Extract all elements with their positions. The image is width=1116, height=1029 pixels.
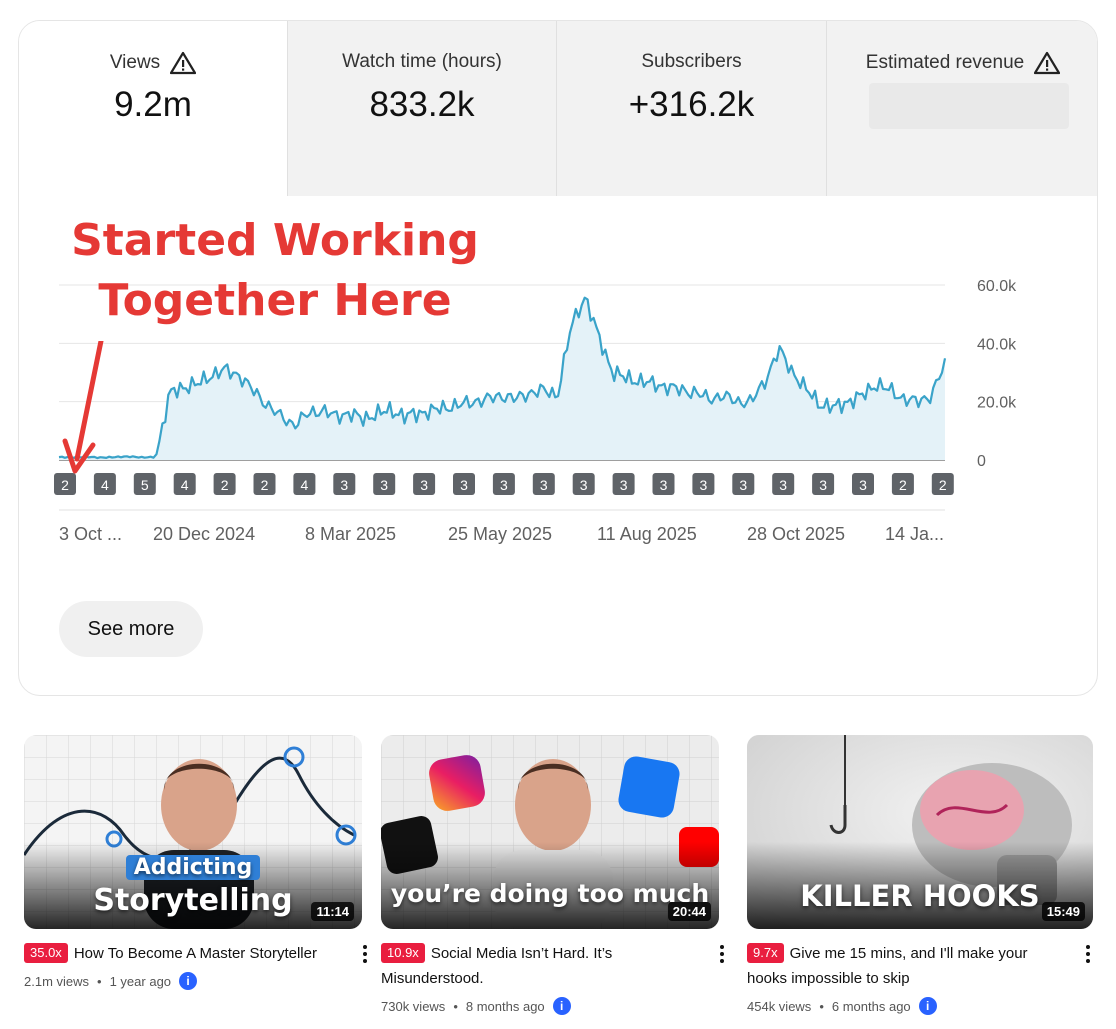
more-options-icon[interactable] xyxy=(713,943,731,965)
annotation-arrow-icon xyxy=(62,341,104,474)
upload-marker-count: 3 xyxy=(700,477,708,493)
upload-marker-count: 2 xyxy=(899,477,907,493)
video-age: 6 months ago xyxy=(831,998,911,1014)
performance-badge: 10.9x xyxy=(381,943,425,963)
upload-marker-count: 3 xyxy=(779,477,787,493)
separator-dot: • xyxy=(97,973,102,989)
video-views: 730k views xyxy=(381,998,446,1014)
upload-marker-count: 3 xyxy=(460,477,468,493)
see-more-button[interactable]: See more xyxy=(59,601,203,657)
upload-marker-count: 3 xyxy=(500,477,508,493)
upload-marker-count: 3 xyxy=(420,477,428,493)
video-title[interactable]: Give me 15 mins, and I'll make your hook… xyxy=(747,945,1028,987)
upload-marker-count: 3 xyxy=(540,477,548,493)
annotation-line-1: Started Working xyxy=(71,215,479,266)
upload-marker-count: 4 xyxy=(181,477,189,493)
upload-marker-count: 3 xyxy=(819,477,827,493)
info-icon[interactable]: i xyxy=(552,997,571,1015)
info-icon[interactable]: i xyxy=(918,997,937,1015)
video-thumbnail[interactable]: you’re doing too much 20:44 xyxy=(381,735,719,929)
video-card[interactable]: KILLER HOOKS 15:49 9.7x Give me 15 mins, … xyxy=(747,735,1097,1015)
views-chart: 60.0k40.0k20.0k02 4 5 4 2 2 4 3 3 3 3 3 3 3 3 3 3 3 3 3 3 2 23… xyxy=(54,278,1017,544)
annotation-text: Started Working Together Here xyxy=(65,211,485,331)
video-age: 1 year ago xyxy=(109,973,172,989)
x-tick-label: 14 Ja... xyxy=(885,524,944,544)
x-tick-label: 25 May 2025 xyxy=(448,524,552,544)
upload-marker-count: 3 xyxy=(580,477,588,493)
video-duration: 15:49 xyxy=(1041,902,1085,921)
analytics-card: Views 9.2m Watch time (hours) 833.2k Sub… xyxy=(18,20,1098,696)
upload-marker-count: 3 xyxy=(739,477,747,493)
y-tick-label: 40.0k xyxy=(977,336,1017,353)
x-tick-label: 8 Mar 2025 xyxy=(305,524,396,544)
separator-dot: • xyxy=(819,998,824,1014)
upload-marker-count: 3 xyxy=(620,477,628,493)
y-tick-label: 20.0k xyxy=(977,395,1017,412)
more-options-icon[interactable] xyxy=(1079,943,1097,965)
x-tick-label: 11 Aug 2025 xyxy=(597,524,697,544)
x-tick-label: 3 Oct ... xyxy=(59,524,122,544)
upload-marker-count: 2 xyxy=(939,477,947,493)
upload-marker-count: 2 xyxy=(261,477,269,493)
video-thumbnail[interactable]: Addicting Storytelling 11:14 xyxy=(24,735,362,929)
upload-marker-count: 5 xyxy=(141,477,149,493)
more-options-icon[interactable] xyxy=(356,943,374,965)
video-views: 454k views xyxy=(747,998,812,1014)
thumbnail-title-line-1: Addicting xyxy=(125,855,261,880)
performance-badge: 9.7x xyxy=(747,943,784,963)
upload-marker-count: 4 xyxy=(301,477,309,493)
upload-marker-count: 3 xyxy=(859,477,867,493)
video-title[interactable]: How To Become A Master Storyteller xyxy=(74,945,317,962)
annotation-line-2: Together Here xyxy=(98,275,452,326)
video-duration: 11:14 xyxy=(311,902,354,921)
y-tick-label: 0 xyxy=(977,453,986,470)
video-duration: 20:44 xyxy=(667,902,711,921)
y-tick-label: 60.0k xyxy=(977,278,1017,295)
separator-dot: • xyxy=(453,998,458,1014)
upload-marker-count: 3 xyxy=(660,477,668,493)
video-views: 2.1m views xyxy=(24,973,90,989)
video-card[interactable]: you’re doing too much 20:44 10.9x Social … xyxy=(381,735,731,1015)
performance-badge: 35.0x xyxy=(24,943,68,963)
upload-marker-count: 2 xyxy=(221,477,229,493)
x-tick-label: 20 Dec 2024 xyxy=(153,524,255,544)
video-card[interactable]: Addicting Storytelling 11:14 35.0x How To… xyxy=(24,735,374,990)
upload-marker-count: 3 xyxy=(380,477,388,493)
video-age: 8 months ago xyxy=(465,998,545,1014)
upload-marker-count: 3 xyxy=(340,477,348,493)
info-icon[interactable]: i xyxy=(179,972,198,990)
x-tick-label: 28 Oct 2025 xyxy=(747,524,845,544)
video-list: Addicting Storytelling 11:14 35.0x How To… xyxy=(0,735,1116,1029)
video-thumbnail[interactable]: KILLER HOOKS 15:49 xyxy=(747,735,1093,929)
